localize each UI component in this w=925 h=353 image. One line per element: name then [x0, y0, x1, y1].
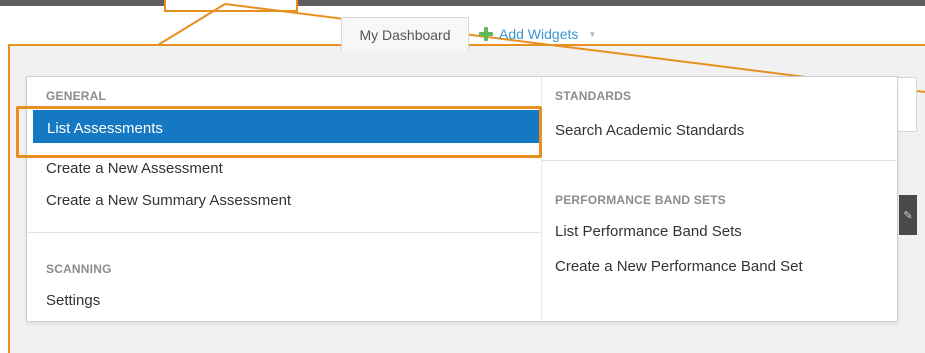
section-divider [27, 232, 541, 233]
menu-item-create-assessment[interactable]: Create a New Assessment [46, 160, 223, 177]
menu-item-scanning-settings[interactable]: Settings [46, 292, 100, 309]
section-header-general: GENERAL [46, 89, 107, 103]
menu-item-create-summary-assessment[interactable]: Create a New Summary Assessment [46, 192, 291, 209]
pencil-icon[interactable]: ✎ [899, 195, 917, 235]
plus-icon [479, 27, 493, 41]
dropdown-left-column: GENERAL List Assessments Create a New As… [27, 77, 541, 321]
section-divider [542, 160, 899, 161]
menu-item-search-standards[interactable]: Search Academic Standards [555, 122, 744, 139]
add-widgets-button[interactable]: Add Widgets ▼ [479, 22, 596, 46]
section-header-performance-band-sets: PERFORMANCE BAND SETS [555, 193, 726, 207]
section-header-scanning: SCANNING [46, 262, 112, 276]
menu-item-list-performance-band-sets[interactable]: List Performance Band Sets [555, 223, 742, 240]
menu-item-create-performance-band-set[interactable]: Create a New Performance Band Set [555, 258, 803, 275]
menu-item-list-assessments[interactable]: List Assessments [33, 110, 539, 143]
dropdown-right-column: STANDARDS Search Academic Standards PERF… [541, 77, 899, 321]
assessments-dropdown-menu: GENERAL List Assessments Create a New As… [26, 76, 899, 322]
tab-my-dashboard[interactable]: My Dashboard [341, 17, 469, 51]
add-widgets-label: Add Widgets [499, 26, 579, 42]
section-header-standards: STANDARDS [555, 89, 632, 103]
caret-down-icon: ▼ [588, 29, 597, 39]
background-widget-edge [897, 77, 917, 132]
